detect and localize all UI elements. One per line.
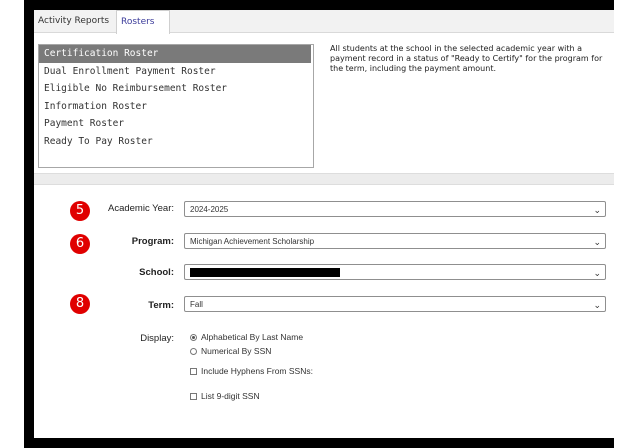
chevron-down-icon: ⌄ bbox=[593, 268, 601, 278]
chevron-down-icon: ⌄ bbox=[593, 237, 601, 247]
term-label: Term: bbox=[148, 300, 174, 311]
tab-activity-reports[interactable]: Activity Reports bbox=[34, 10, 121, 32]
roster-item-ready-to-pay[interactable]: Ready To Pay Roster bbox=[39, 133, 313, 151]
roster-item-certification[interactable]: Certification Roster bbox=[39, 45, 311, 63]
list-9-digit-row[interactable]: List 9-digit SSN bbox=[190, 391, 260, 401]
roster-item-payment[interactable]: Payment Roster bbox=[39, 115, 313, 133]
roster-description: All students at the school in the select… bbox=[330, 44, 603, 73]
program-value: Michigan Achievement Scholarship bbox=[190, 237, 315, 246]
include-hyphens-row[interactable]: Include Hyphens From SSNs: bbox=[190, 366, 313, 376]
tab-rosters[interactable]: Rosters bbox=[116, 10, 170, 34]
chevron-down-icon: ⌄ bbox=[593, 205, 601, 215]
roster-item-information[interactable]: Information Roster bbox=[39, 98, 313, 116]
radio-selected-icon[interactable] bbox=[190, 334, 197, 341]
school-select[interactable]: ⌄ bbox=[184, 264, 606, 280]
section-divider bbox=[34, 173, 614, 185]
tab-bar: Activity Reports Rosters bbox=[34, 10, 614, 34]
display-option-alphabetical[interactable]: Alphabetical By Last Name bbox=[190, 332, 303, 342]
include-hyphens-label: Include Hyphens From SSNs: bbox=[201, 366, 313, 376]
radio-unselected-icon[interactable] bbox=[190, 348, 197, 355]
chevron-down-icon: ⌄ bbox=[593, 300, 601, 310]
program-select[interactable]: Michigan Achievement Scholarship ⌄ bbox=[184, 233, 606, 249]
display-label: Display: bbox=[140, 333, 174, 344]
academic-year-select[interactable]: 2024-2025 ⌄ bbox=[184, 201, 606, 217]
report-panel: Activity Reports Rosters Certification R… bbox=[34, 10, 614, 438]
step-badge-5: 5 bbox=[70, 201, 90, 221]
program-label: Program: bbox=[131, 236, 174, 247]
term-value: Fall bbox=[190, 300, 203, 309]
roster-item-eligible-no-reimbursement[interactable]: Eligible No Reimbursement Roster bbox=[39, 80, 313, 98]
display-option-label: Alphabetical By Last Name bbox=[201, 332, 304, 342]
step-badge-6: 6 bbox=[70, 234, 90, 254]
step-badge-8: 8 bbox=[70, 294, 90, 314]
include-hyphens-checkbox[interactable] bbox=[190, 368, 197, 375]
academic-year-value: 2024-2025 bbox=[190, 205, 229, 214]
display-option-label: Numerical By SSN bbox=[201, 346, 272, 356]
list-9-digit-checkbox[interactable] bbox=[190, 393, 197, 400]
academic-year-label: Academic Year: bbox=[107, 203, 174, 214]
roster-item-dual-enrollment[interactable]: Dual Enrollment Payment Roster bbox=[39, 63, 313, 81]
list-9-digit-label: List 9-digit SSN bbox=[201, 391, 260, 401]
redacted-school-name bbox=[190, 268, 340, 277]
display-option-numerical[interactable]: Numerical By SSN bbox=[190, 346, 271, 356]
school-label: School: bbox=[139, 267, 174, 278]
roster-listbox[interactable]: Certification Roster Dual Enrollment Pay… bbox=[38, 44, 314, 168]
term-select[interactable]: Fall ⌄ bbox=[184, 296, 606, 312]
